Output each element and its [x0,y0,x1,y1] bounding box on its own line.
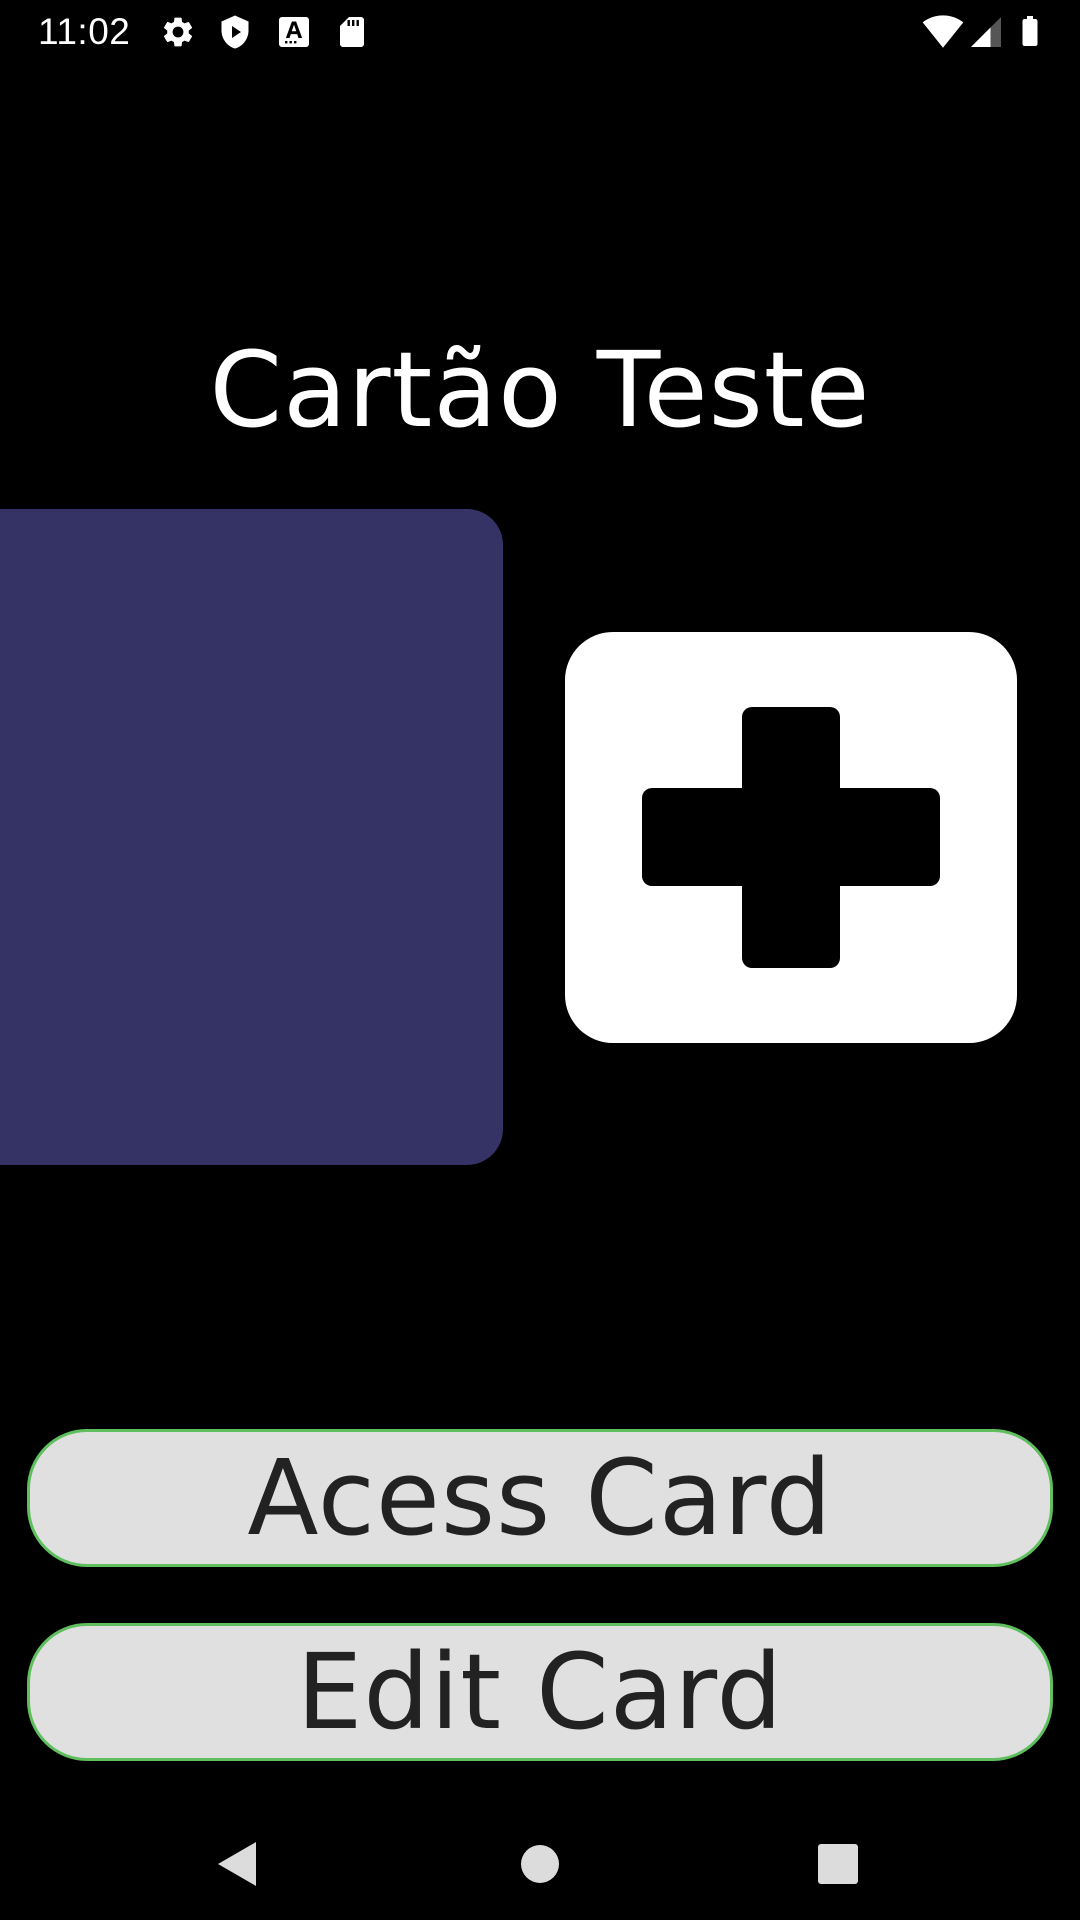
edit-card-button[interactable]: Edit Card [27,1623,1053,1761]
shield-play-icon [217,14,253,50]
cellular-signal-icon [968,14,1004,50]
status-bar: 11:02 [0,0,1080,63]
back-triangle-icon[interactable] [198,1824,278,1904]
battery-icon [1012,12,1048,50]
card-title: Cartão Teste [209,329,871,451]
home-circle-icon[interactable] [500,1824,580,1904]
navigation-bar [0,1810,1080,1920]
status-time: 11:02 [38,11,131,52]
access-card-button[interactable]: Acess Card [27,1429,1053,1567]
card-preview[interactable] [0,509,503,1165]
wifi-icon [922,11,964,53]
plus-icon [642,707,940,968]
recents-square-icon[interactable] [798,1824,878,1904]
add-button[interactable] [565,632,1017,1043]
sd-card-icon [334,14,370,50]
gear-icon [160,14,196,50]
font-a-icon [276,14,312,50]
